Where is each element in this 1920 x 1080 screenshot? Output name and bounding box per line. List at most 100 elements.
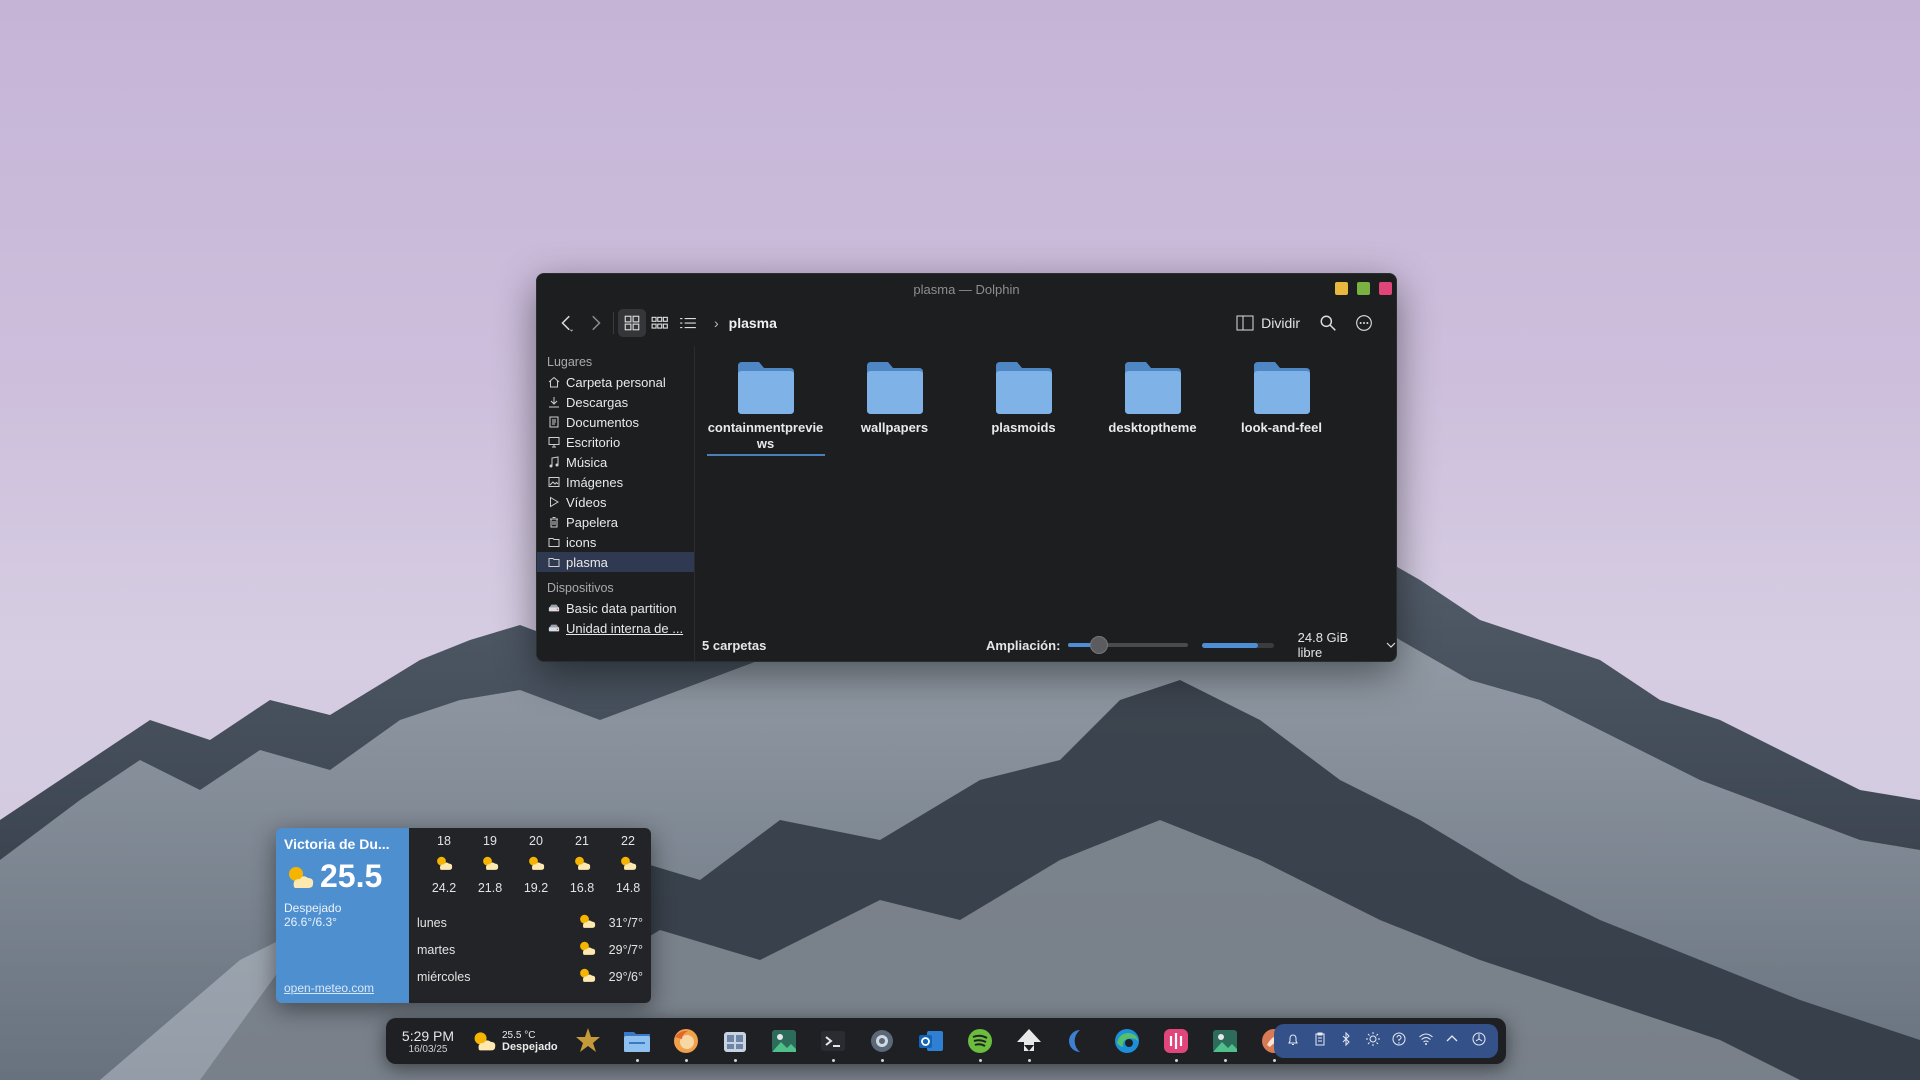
running-indicator xyxy=(978,1059,982,1062)
sidebar-item-documentos[interactable]: Documentos xyxy=(537,412,694,432)
free-space-button[interactable]: 24.8 GiB libre xyxy=(1298,630,1396,660)
sidebar-item-vídeos[interactable]: Vídeos xyxy=(537,492,694,512)
list-icon xyxy=(680,317,696,329)
bluetooth-icon[interactable] xyxy=(1338,1031,1354,1052)
taskbar-spotify-button[interactable] xyxy=(956,1018,1005,1064)
folder-icon xyxy=(995,362,1052,414)
weather-source-link[interactable]: open-meteo.com xyxy=(284,981,374,995)
forecast-temp: 19.2 xyxy=(523,881,549,895)
taskbar-dolphin-button[interactable] xyxy=(613,1018,662,1064)
sidebar-item-icons[interactable]: icons xyxy=(537,532,694,552)
breadcrumb[interactable]: plasma xyxy=(729,315,777,331)
download-icon xyxy=(547,396,560,409)
taskbar-half-moon-button[interactable] xyxy=(1054,1018,1103,1064)
split-label: Dividir xyxy=(1261,315,1300,331)
notification-bell-icon[interactable] xyxy=(1285,1031,1301,1052)
sidebar-item-imágenes[interactable]: Imágenes xyxy=(537,472,694,492)
chevron-up-icon[interactable] xyxy=(1444,1031,1460,1052)
details-view-button[interactable] xyxy=(674,309,702,337)
chevron-left-icon xyxy=(561,315,574,332)
folder-item[interactable]: look-and-feel xyxy=(1217,360,1346,456)
folder-item[interactable]: desktoptheme xyxy=(1088,360,1217,456)
titlebar[interactable]: plasma — Dolphin xyxy=(537,274,1396,304)
taskbar-audio-button[interactable] xyxy=(1152,1018,1201,1064)
zoom-slider[interactable] xyxy=(1068,636,1188,654)
dolphin-icon xyxy=(624,1032,651,1052)
maximize-button[interactable] xyxy=(1357,282,1370,295)
forecast-day: miércoles xyxy=(417,969,471,984)
icons-view-button[interactable] xyxy=(618,309,646,337)
minimize-button[interactable] xyxy=(1335,282,1348,295)
back-button[interactable] xyxy=(553,309,581,337)
places-panel: Lugares Carpeta personal Descargas Documen… xyxy=(537,346,695,661)
folder-icon xyxy=(737,362,794,414)
desktop-icon xyxy=(547,436,560,449)
weather-condition: Despejado xyxy=(284,901,342,915)
power-icon[interactable] xyxy=(1471,1031,1487,1052)
system-tray xyxy=(1274,1024,1498,1058)
device-basic-data-partition[interactable]: Basic data partition xyxy=(537,598,694,618)
folder-name: wallpapers xyxy=(860,420,929,435)
forecast-icon xyxy=(618,854,638,875)
taskbar-terminal-button[interactable] xyxy=(809,1018,858,1064)
taskbar-kde-button[interactable] xyxy=(564,1018,613,1064)
window-title: plasma — Dolphin xyxy=(913,281,1020,297)
partly-sunny-icon xyxy=(289,866,314,888)
zoom-slider-handle[interactable] xyxy=(1090,636,1109,654)
forecast-temp: 21.8 xyxy=(477,881,503,895)
taskbar-firefox-button[interactable] xyxy=(662,1018,711,1064)
menu-button[interactable] xyxy=(1350,309,1378,337)
forecast-hour: 18 xyxy=(437,834,451,848)
toolbar-right: Dividir xyxy=(1230,309,1378,337)
sidebar-item-descargas[interactable]: Descargas xyxy=(537,392,694,412)
split-button[interactable]: Dividir xyxy=(1230,309,1306,337)
partly-sunny-icon xyxy=(621,856,637,870)
sidebar-item-papelera[interactable]: Papelera xyxy=(537,512,694,532)
taskbar-settings-button[interactable] xyxy=(858,1018,907,1064)
running-indicator xyxy=(635,1059,639,1062)
sidebar-item-label: plasma xyxy=(566,554,608,570)
help-icon[interactable] xyxy=(1391,1031,1407,1052)
running-indicator xyxy=(1027,1059,1031,1062)
running-indicator xyxy=(1174,1059,1178,1062)
sidebar-item-escritorio[interactable]: Escritorio xyxy=(537,432,694,452)
taskbar-image-viewer-button[interactable] xyxy=(760,1018,809,1064)
hourly-forecast: 18 24.2 xyxy=(421,834,467,895)
sidebar-item-plasma[interactable]: plasma xyxy=(537,552,694,572)
taskbar-store-button[interactable] xyxy=(711,1018,760,1064)
taskbar-weather[interactable]: 25.5 °C Despejado xyxy=(470,1029,558,1053)
brightness-icon[interactable] xyxy=(1365,1031,1381,1052)
device-unidad-interna-de[interactable]: Unidad interna de ... xyxy=(537,618,694,638)
folder-item[interactable]: containmentpreviews xyxy=(701,360,830,456)
task-manager xyxy=(564,1018,1299,1064)
firefox-icon xyxy=(674,1029,699,1053)
taskbar-inkscape-button[interactable] xyxy=(1005,1018,1054,1064)
forecast-temp: 24.2 xyxy=(431,881,457,895)
forecast-icon xyxy=(434,854,454,875)
folder-item[interactable]: wallpapers xyxy=(830,360,959,456)
sidebar-item-música[interactable]: Música xyxy=(537,452,694,472)
settings-icon xyxy=(871,1030,894,1052)
folder-item[interactable]: plasmoids xyxy=(959,360,1088,456)
taskbar-edge-button[interactable] xyxy=(1103,1018,1152,1064)
taskbar-gallery-button[interactable] xyxy=(1201,1018,1250,1064)
digital-clock[interactable]: 5:29 PM 16/03/25 xyxy=(392,1028,464,1055)
sidebar-item-carpeta-personal[interactable]: Carpeta personal xyxy=(537,372,694,392)
search-icon xyxy=(1320,315,1336,331)
wifi-icon[interactable] xyxy=(1418,1031,1434,1052)
forecast-day: lunes xyxy=(417,915,447,930)
toolbar: › plasma Dividir xyxy=(537,304,1396,342)
close-button[interactable] xyxy=(1379,282,1392,295)
half-moon-icon xyxy=(1069,1030,1081,1052)
forward-button[interactable] xyxy=(581,309,609,337)
image-icon xyxy=(547,476,560,489)
taskbar-outlook-button[interactable] xyxy=(907,1018,956,1064)
compact-view-button[interactable] xyxy=(646,309,674,337)
sidebar-item-label: Escritorio xyxy=(566,434,621,450)
weather-widget[interactable]: Victoria de Du... 25.5 Despejado 26.6°/6… xyxy=(276,828,651,1003)
search-button[interactable] xyxy=(1314,309,1342,337)
kde-icon xyxy=(576,1028,601,1052)
dolphin-window: plasma — Dolphin › plasma Dividir Lugare… xyxy=(536,273,1397,662)
clipboard-icon[interactable] xyxy=(1312,1031,1328,1052)
separator xyxy=(613,312,614,334)
